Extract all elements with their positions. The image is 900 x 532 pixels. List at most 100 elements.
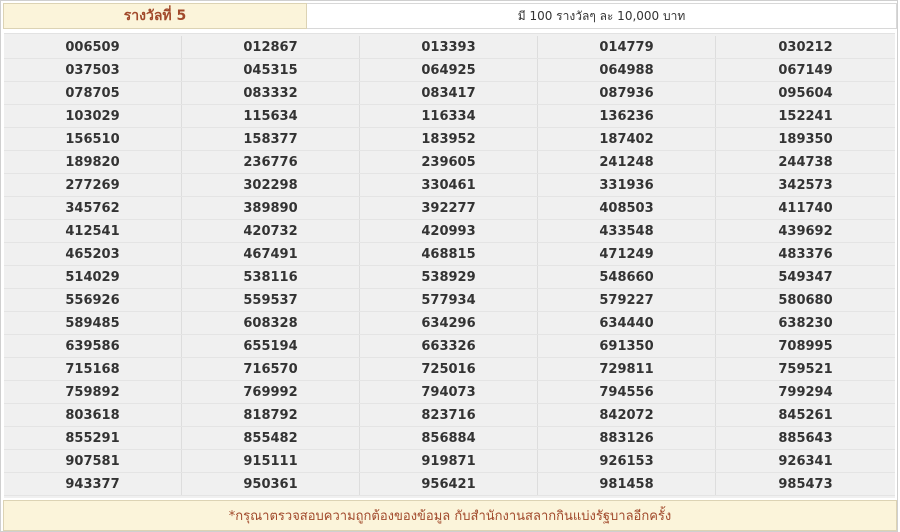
winning-number: 302298 xyxy=(182,174,360,196)
verification-note: *กรุณาตรวจสอบความถูกต้องของข้อมูล กับสำน… xyxy=(3,500,897,531)
winning-number: 716570 xyxy=(182,358,360,380)
winning-number: 926341 xyxy=(778,453,833,469)
prize-description: มี 100 รางวัลๆ ละ 10,000 บาท xyxy=(307,3,897,29)
winning-number: 136236 xyxy=(538,105,716,127)
winning-number: 919871 xyxy=(360,450,538,472)
winning-number: 639586 xyxy=(4,335,182,357)
winning-number: 950361 xyxy=(182,473,360,495)
winning-number: 012867 xyxy=(182,36,360,58)
winning-number: 345762 xyxy=(4,197,182,219)
winning-number: 465203 xyxy=(4,243,182,265)
winning-number: 067149 xyxy=(778,62,833,78)
winning-number: 538116 xyxy=(182,266,360,288)
winning-number: 471249 xyxy=(538,243,716,265)
winning-number: 823716 xyxy=(360,404,538,426)
winning-number: 759521 xyxy=(778,361,833,377)
winning-number: 087936 xyxy=(538,82,716,104)
winning-number: 189350 xyxy=(778,131,833,147)
winning-number: 331936 xyxy=(538,174,716,196)
winning-number: 634440 xyxy=(538,312,716,334)
number-row: 855291 855482 856884 883126 885643 xyxy=(4,427,895,450)
winning-number: 014779 xyxy=(538,36,716,58)
number-row: 277269 302298 330461 331936 342573 xyxy=(4,174,895,197)
winning-number: 103029 xyxy=(4,105,182,127)
winning-number: 803618 xyxy=(4,404,182,426)
winning-number: 083417 xyxy=(360,82,538,104)
winning-number: 577934 xyxy=(360,289,538,311)
prize-header-row: รางวัลที่ 5 มี 100 รางวัลๆ ละ 10,000 บาท xyxy=(3,3,897,29)
number-row: 943377 950361 956421 981458 985473 xyxy=(4,473,895,496)
winning-number: 408503 xyxy=(538,197,716,219)
winning-number: 725016 xyxy=(360,358,538,380)
number-row: 907581 915111 919871 926153 926341 xyxy=(4,450,895,473)
winning-number: 663326 xyxy=(360,335,538,357)
winning-number: 064988 xyxy=(538,59,716,81)
winning-number: 241248 xyxy=(538,151,716,173)
winning-number: 006509 xyxy=(4,36,182,58)
winning-number: 580680 xyxy=(778,292,833,308)
number-row: 803618 818792 823716 842072 845261 xyxy=(4,404,895,427)
winning-number: 158377 xyxy=(182,128,360,150)
winning-numbers-grid: 006509 012867 013393 014779 030212 037503 0453… xyxy=(4,33,895,498)
number-row: 412541 420732 420993 433548 439692 xyxy=(4,220,895,243)
winning-number: 856884 xyxy=(360,427,538,449)
winning-number: 244738 xyxy=(778,154,833,170)
winning-number: 483376 xyxy=(778,246,833,262)
winning-number: 277269 xyxy=(4,174,182,196)
number-row: 156510 158377 183952 187402 189350 xyxy=(4,128,895,151)
winning-number: 236776 xyxy=(182,151,360,173)
winning-number: 030212 xyxy=(778,39,833,55)
winning-number: 116334 xyxy=(360,105,538,127)
winning-number: 855291 xyxy=(4,427,182,449)
winning-number: 845261 xyxy=(778,407,833,423)
number-row: 514029 538116 538929 548660 549347 xyxy=(4,266,895,289)
winning-number: 638230 xyxy=(778,315,833,331)
number-row: 639586 655194 663326 691350 708995 xyxy=(4,335,895,358)
winning-number: 411740 xyxy=(778,200,833,216)
winning-number: 608328 xyxy=(182,312,360,334)
winning-number: 083332 xyxy=(182,82,360,104)
winning-number: 183952 xyxy=(360,128,538,150)
winning-number: 078705 xyxy=(4,82,182,104)
winning-number: 634296 xyxy=(360,312,538,334)
number-row: 078705 083332 083417 087936 095604 xyxy=(4,82,895,105)
winning-number: 818792 xyxy=(182,404,360,426)
winning-number: 981458 xyxy=(538,473,716,495)
winning-number: 439692 xyxy=(778,223,833,239)
winning-number: 589485 xyxy=(4,312,182,334)
winning-number: 420993 xyxy=(360,220,538,242)
winning-number: 189820 xyxy=(4,151,182,173)
winning-number: 330461 xyxy=(360,174,538,196)
winning-number: 559537 xyxy=(182,289,360,311)
winning-number: 095604 xyxy=(778,85,833,101)
winning-number: 420732 xyxy=(182,220,360,242)
winning-number: 907581 xyxy=(4,450,182,472)
number-row: 759892 769992 794073 794556 799294 xyxy=(4,381,895,404)
winning-number: 855482 xyxy=(182,427,360,449)
winning-number: 037503 xyxy=(4,59,182,81)
prize-title: รางวัลที่ 5 xyxy=(3,3,307,29)
winning-number: 883126 xyxy=(538,427,716,449)
number-row: 103029 115634 116334 136236 152241 xyxy=(4,105,895,128)
winning-number: 729811 xyxy=(538,358,716,380)
winning-number: 468815 xyxy=(360,243,538,265)
winning-number: 187402 xyxy=(538,128,716,150)
winning-number: 342573 xyxy=(778,177,833,193)
winning-number: 115634 xyxy=(182,105,360,127)
number-row: 345762 389890 392277 408503 411740 xyxy=(4,197,895,220)
winning-number: 799294 xyxy=(778,384,833,400)
winning-number: 045315 xyxy=(182,59,360,81)
winning-number: 538929 xyxy=(360,266,538,288)
number-row: 589485 608328 634296 634440 638230 xyxy=(4,312,895,335)
winning-number: 943377 xyxy=(4,473,182,495)
number-row: 465203 467491 468815 471249 483376 xyxy=(4,243,895,266)
prize-table-frame: รางวัลที่ 5 มี 100 รางวัลๆ ละ 10,000 บาท… xyxy=(0,0,898,532)
winning-number: 985473 xyxy=(778,476,833,492)
winning-number: 548660 xyxy=(538,266,716,288)
winning-number: 549347 xyxy=(778,269,833,285)
winning-number: 433548 xyxy=(538,220,716,242)
winning-number: 392277 xyxy=(360,197,538,219)
winning-number: 842072 xyxy=(538,404,716,426)
number-row: 715168 716570 725016 729811 759521 xyxy=(4,358,895,381)
winning-number: 389890 xyxy=(182,197,360,219)
